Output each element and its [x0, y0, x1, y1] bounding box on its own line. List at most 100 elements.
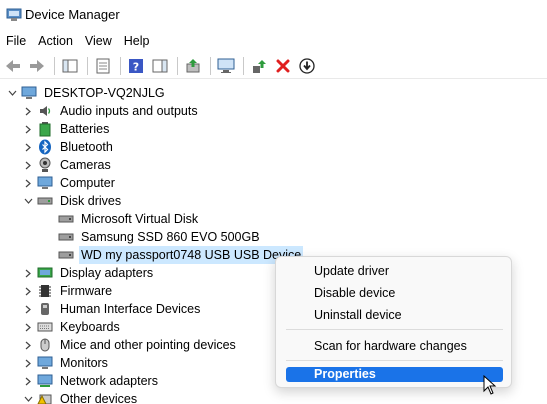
- tree-item-mice[interactable]: Mice and other pointing devices: [22, 336, 238, 354]
- update-driver-menu-item[interactable]: Update driver: [286, 261, 503, 281]
- tree-item-batteries[interactable]: Batteries: [22, 120, 111, 138]
- tree-item-network-adapters[interactable]: Network adapters: [22, 372, 160, 390]
- tree-item-label: Firmware: [60, 284, 113, 298]
- tree-item-samsung-ssd[interactable]: Samsung SSD 860 EVO 500GB: [58, 228, 262, 246]
- scan-hardware-toolbar-button[interactable]: [215, 55, 237, 77]
- forward-arrow-icon: [30, 59, 44, 72]
- bluetooth-icon: [37, 139, 53, 155]
- chevron-right-icon[interactable]: [22, 105, 34, 117]
- tree-item-firmware[interactable]: Firmware: [22, 282, 114, 300]
- chevron-right-icon[interactable]: [22, 141, 34, 153]
- menu-action[interactable]: Action: [32, 30, 79, 52]
- chevron-right-icon[interactable]: [22, 159, 34, 171]
- tree-item-monitors[interactable]: Monitors: [22, 354, 110, 372]
- tree-item-computer[interactable]: Computer: [22, 174, 117, 192]
- toolbar: ?: [0, 53, 547, 79]
- mouse-cursor-icon: [483, 375, 497, 395]
- speaker-icon: [37, 103, 53, 119]
- download-circle-icon: [299, 57, 315, 74]
- chevron-right-icon[interactable]: [22, 375, 34, 387]
- tree-item-disk-drives[interactable]: Disk drives: [22, 192, 123, 210]
- keyboard-icon: [37, 319, 53, 335]
- tree-item-hid[interactable]: Human Interface Devices: [22, 300, 202, 318]
- chevron-right-icon[interactable]: [22, 321, 34, 333]
- show-hide-console-tree-button[interactable]: [59, 55, 81, 77]
- menu-separator: [286, 360, 503, 361]
- chevron-down-icon[interactable]: [22, 195, 34, 207]
- disk-icon: [58, 229, 74, 245]
- help-button[interactable]: ?: [125, 55, 147, 77]
- tree-item-label: Network adapters: [60, 374, 158, 388]
- monitor-icon: [37, 355, 53, 371]
- hid-icon: [37, 301, 53, 317]
- disable-device-toolbar-button[interactable]: [296, 55, 318, 77]
- camera-icon: [37, 157, 53, 173]
- tree-item-cameras[interactable]: Cameras: [22, 156, 113, 174]
- display-adapter-icon: [37, 265, 53, 281]
- properties-toolbar-button[interactable]: [92, 55, 114, 77]
- scan-monitor-icon: [217, 58, 235, 73]
- enable-device-icon: [253, 59, 266, 73]
- tree-item-audio[interactable]: Audio inputs and outputs: [22, 102, 200, 120]
- enable-device-toolbar-button[interactable]: [248, 55, 270, 77]
- back-arrow-icon: [6, 59, 20, 72]
- action-pane-button[interactable]: [149, 55, 171, 77]
- tree-item-microsoft-virtual-disk[interactable]: Microsoft Virtual Disk: [58, 210, 200, 228]
- chevron-right-icon[interactable]: [22, 177, 34, 189]
- chevron-right-icon[interactable]: [22, 303, 34, 315]
- menu-file[interactable]: File: [0, 30, 32, 52]
- disable-device-menu-item[interactable]: Disable device: [286, 283, 503, 303]
- action-pane-icon: [152, 59, 168, 72]
- toolbar-separator: [87, 56, 88, 75]
- toolbar-separator: [120, 56, 121, 75]
- tree-root-label: DESKTOP-VQ2NJLG: [44, 86, 165, 100]
- scan-hardware-menu-item[interactable]: Scan for hardware changes: [286, 336, 503, 356]
- tree-item-wd-passport[interactable]: WD my passport0748 USB USB Device: [58, 246, 304, 264]
- update-driver-toolbar-button[interactable]: [182, 55, 204, 77]
- properties-menu-item[interactable]: Properties: [286, 367, 503, 382]
- properties-sheet-icon: [96, 58, 110, 73]
- chevron-right-icon[interactable]: [22, 339, 34, 351]
- chevron-right-icon[interactable]: [22, 267, 34, 279]
- tree-item-other-devices[interactable]: Other devices: [22, 390, 139, 404]
- tree-item-display-adapters[interactable]: Display adapters: [22, 264, 155, 282]
- disk-icon: [58, 247, 74, 263]
- help-icon: ?: [129, 58, 143, 73]
- menu-help[interactable]: Help: [118, 30, 156, 52]
- disk-drive-icon: [37, 193, 53, 209]
- tree-item-label: Batteries: [60, 122, 110, 136]
- mouse-icon: [37, 337, 53, 353]
- chevron-right-icon[interactable]: [22, 285, 34, 297]
- chevron-right-icon[interactable]: [22, 357, 34, 369]
- tree-item-label: Bluetooth: [60, 140, 113, 154]
- toolbar-separator: [243, 56, 244, 75]
- chevron-down-icon[interactable]: [22, 393, 34, 404]
- tree-item-label: Other devices: [60, 392, 138, 404]
- chevron-right-icon[interactable]: [22, 123, 34, 135]
- red-x-icon: [276, 59, 290, 72]
- tree-item-label: Computer: [60, 176, 115, 190]
- tree-item-label: Mice and other pointing devices: [60, 338, 236, 352]
- tree-item-label: Monitors: [60, 356, 108, 370]
- tree-item-label: Samsung SSD 860 EVO 500GB: [81, 230, 260, 244]
- uninstall-device-menu-item[interactable]: Uninstall device: [286, 305, 503, 325]
- battery-icon: [37, 121, 53, 137]
- menu-bar: File Action View Help: [0, 30, 547, 52]
- tree-item-keyboards[interactable]: Keyboards: [22, 318, 122, 336]
- device-manager-icon: [6, 8, 22, 21]
- tree-item-label: WD my passport0748 USB USB Device: [79, 246, 304, 264]
- back-button[interactable]: [2, 55, 24, 77]
- svg-text:?: ?: [133, 60, 139, 73]
- firmware-icon: [37, 283, 53, 299]
- menu-view[interactable]: View: [79, 30, 118, 52]
- toolbar-separator: [210, 56, 211, 75]
- tree-item-bluetooth[interactable]: Bluetooth: [22, 138, 115, 156]
- forward-button[interactable]: [26, 55, 48, 77]
- title-bar: Device Manager: [0, 0, 547, 30]
- tree-root[interactable]: DESKTOP-VQ2NJLG: [6, 84, 167, 102]
- uninstall-device-toolbar-button[interactable]: [272, 55, 294, 77]
- other-devices-icon: [37, 391, 53, 404]
- window-title: Device Manager: [25, 7, 120, 22]
- chevron-down-icon[interactable]: [6, 87, 18, 99]
- tree-item-label: Microsoft Virtual Disk: [81, 212, 199, 226]
